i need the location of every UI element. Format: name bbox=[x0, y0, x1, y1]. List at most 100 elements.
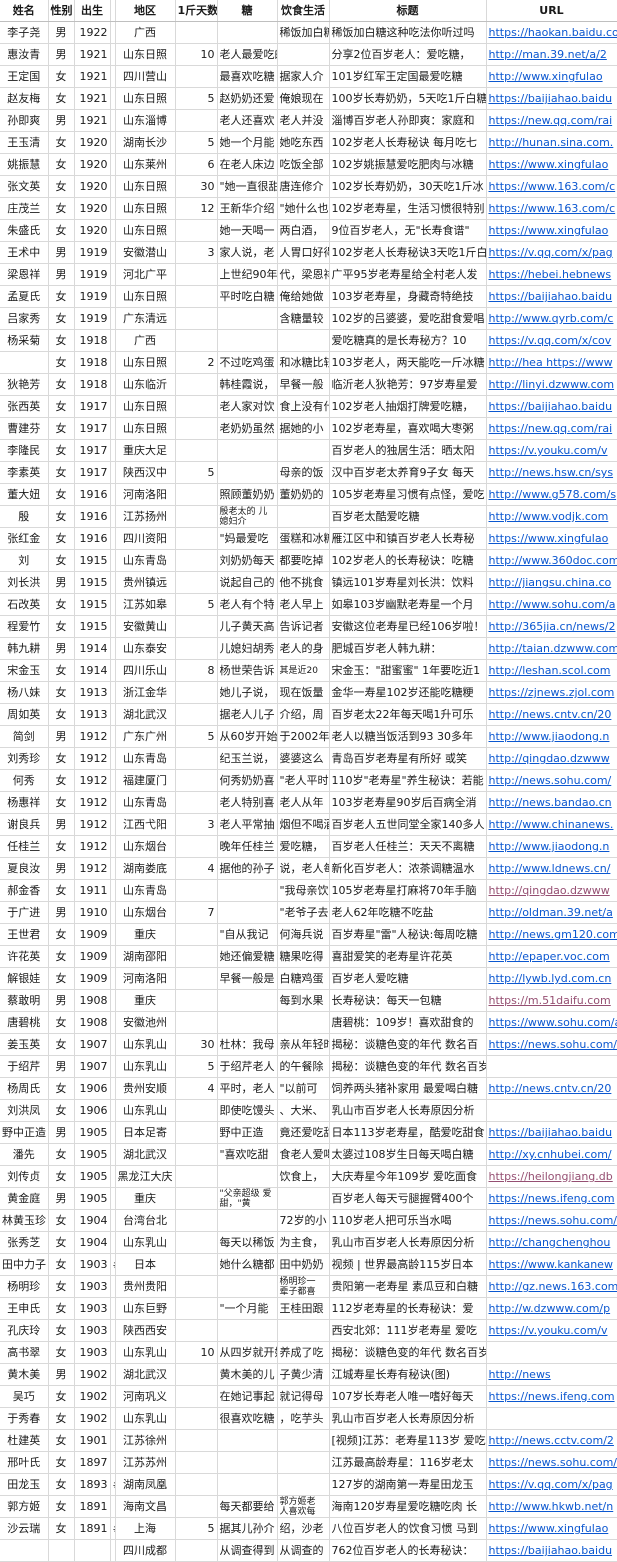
cell-url[interactable]: http://www.jiaodong.n bbox=[486, 725, 617, 748]
cell-gender[interactable]: 女 bbox=[48, 483, 75, 506]
cell-days-per-jin[interactable]: 7 bbox=[175, 901, 218, 924]
cell-url[interactable]: http://365jia.cn/news/2 bbox=[486, 615, 617, 638]
cell-title[interactable]: 102岁姚振慧爱吃肥肉与冰糖 bbox=[329, 153, 487, 176]
cell-diet[interactable]: 两白酒， bbox=[277, 219, 330, 242]
cell-url[interactable]: http://www.qyrb.com/c bbox=[486, 307, 617, 330]
cell-birth-year[interactable]: 1912 bbox=[74, 813, 111, 836]
cell-url[interactable]: https://baijiahao.baidu bbox=[486, 285, 617, 308]
cell-sugar[interactable]: 杜林：我母 bbox=[217, 1033, 278, 1056]
cell-url[interactable]: http://news.bandao.cn bbox=[486, 791, 617, 814]
cell-region[interactable]: 山东青岛 bbox=[115, 549, 176, 572]
cell-gender[interactable]: 女 bbox=[48, 1297, 75, 1320]
cell-diet[interactable]: 亲从年轻时 bbox=[277, 1033, 330, 1056]
cell-birth-year[interactable]: 1911 bbox=[74, 879, 111, 902]
cell-sugar[interactable]: 她什么糖都 bbox=[217, 1253, 278, 1276]
cell-url[interactable]: http://man.39.net/a/2 bbox=[486, 43, 617, 66]
cell-name[interactable]: 刘长洪 bbox=[0, 571, 49, 594]
cell-days-per-jin[interactable] bbox=[175, 747, 218, 770]
cell-name[interactable]: 张秀芝 bbox=[0, 1231, 49, 1254]
cell-birth-year[interactable]: 1912 bbox=[74, 835, 111, 858]
cell-days-per-jin[interactable]: 5 bbox=[175, 461, 218, 484]
cell-sugar[interactable]: 儿子黄天高 bbox=[217, 615, 278, 638]
cell-title[interactable]: 揭秘：谈糖色变的年代 数名百岁老人却无糖不欢 bbox=[329, 1341, 487, 1364]
cell-diet[interactable]: "她什么也 bbox=[277, 197, 330, 220]
cell-sugar[interactable] bbox=[217, 989, 278, 1012]
cell-region[interactable]: 重庆 bbox=[115, 923, 176, 946]
cell-url[interactable]: http://news.sohu.com/ bbox=[486, 769, 617, 792]
cell-days-per-jin[interactable] bbox=[175, 1187, 218, 1210]
cell-days-per-jin[interactable] bbox=[175, 769, 218, 792]
column-header-birth-year[interactable]: 出生 bbox=[74, 0, 111, 22]
column-header-url[interactable]: URL bbox=[486, 0, 617, 22]
cell-diet[interactable]: 都要吃掉 bbox=[277, 549, 330, 572]
cell-days-per-jin[interactable] bbox=[175, 1231, 218, 1254]
cell-region[interactable]: 湖南长沙 bbox=[115, 131, 176, 154]
cell-birth-year[interactable]: 1920 bbox=[74, 131, 111, 154]
cell-region[interactable]: 安徽池州 bbox=[115, 1011, 176, 1034]
cell-url[interactable]: https://v.youku.com/v bbox=[486, 439, 617, 462]
cell-birth-year[interactable]: 1916 bbox=[74, 527, 111, 550]
cell-sugar[interactable]: 何秀奶奶喜 bbox=[217, 769, 278, 792]
cell-name[interactable]: 田中力子 bbox=[0, 1253, 49, 1276]
cell-sugar[interactable]: 杨世荣告诉 bbox=[217, 659, 278, 682]
cell-sugar[interactable]: 王新华介绍 bbox=[217, 197, 278, 220]
cell-birth-year[interactable]: 1902 bbox=[74, 1385, 111, 1408]
cell-title[interactable]: 110岁老人把可乐当水喝 bbox=[329, 1209, 487, 1232]
cell-sugar[interactable]: 她还偏爱糖 bbox=[217, 945, 278, 968]
cell-days-per-jin[interactable] bbox=[175, 791, 218, 814]
cell-region[interactable]: 台湾台北 bbox=[115, 1209, 176, 1232]
cell-sugar[interactable]: 在老人床边 bbox=[217, 153, 278, 176]
cell-title[interactable]: 宋金玉："甜蜜蜜" 1年要吃近1 bbox=[329, 659, 487, 682]
cell-url[interactable]: http://qingdao.dzwww bbox=[486, 747, 617, 770]
cell-diet[interactable] bbox=[277, 1429, 330, 1452]
cell-name[interactable]: 李素英 bbox=[0, 461, 49, 484]
cell-diet[interactable] bbox=[277, 1473, 330, 1496]
cell-url[interactable]: https://www.xingfulao bbox=[486, 219, 617, 242]
cell-region[interactable]: 广东广州 bbox=[115, 725, 176, 748]
cell-diet[interactable]: 郭方姬老 人喜欢每 bbox=[277, 1495, 330, 1518]
cell-sugar[interactable] bbox=[217, 1473, 278, 1496]
cell-days-per-jin[interactable] bbox=[175, 615, 218, 638]
cell-region[interactable]: 山东乳山 bbox=[115, 1033, 176, 1056]
cell-birth-year[interactable]: 1919 bbox=[74, 307, 111, 330]
cell-url[interactable]: http://jiangsu.china.co bbox=[486, 571, 617, 594]
cell-gender[interactable]: 女 bbox=[48, 1209, 75, 1232]
cell-diet[interactable]: 就记得母 bbox=[277, 1385, 330, 1408]
cell-title[interactable]: 102岁老人长寿秘诀 每月吃七 bbox=[329, 131, 487, 154]
cell-diet[interactable]: 唐连修介 bbox=[277, 175, 330, 198]
cell-region[interactable]: 江苏徐州 bbox=[115, 1429, 176, 1452]
cell-title[interactable]: [视频]江苏：老寿星113岁 爱吃 bbox=[329, 1429, 487, 1452]
cell-sugar[interactable]: "她一直很甜 bbox=[217, 175, 278, 198]
cell-sugar[interactable] bbox=[217, 21, 278, 44]
cell-url[interactable] bbox=[486, 1341, 617, 1364]
cell-gender[interactable] bbox=[48, 1539, 75, 1562]
cell-days-per-jin[interactable]: 30 bbox=[175, 1033, 218, 1056]
cell-name[interactable]: 田龙玉 bbox=[0, 1473, 49, 1496]
cell-name[interactable]: 梁恩祥 bbox=[0, 263, 49, 286]
cell-birth-year[interactable]: 1917 bbox=[74, 439, 111, 462]
cell-gender[interactable]: 女 bbox=[48, 681, 75, 704]
column-header-diet[interactable]: 饮食生活 bbox=[277, 0, 330, 22]
cell-gender[interactable]: 女 bbox=[48, 373, 75, 396]
cell-gender[interactable]: 女 bbox=[48, 791, 75, 814]
cell-birth-year[interactable]: 1922 bbox=[74, 21, 111, 44]
cell-url[interactable]: http://oldman.39.net/a bbox=[486, 901, 617, 924]
cell-name[interactable]: 唐碧桃 bbox=[0, 1011, 49, 1034]
cell-flag[interactable]: # bbox=[110, 1517, 116, 1540]
cell-diet[interactable]: 爱吃糖， bbox=[277, 835, 330, 858]
cell-sugar[interactable]: 老人最爱吃的是糖， bbox=[217, 43, 278, 66]
cell-sugar[interactable]: "一个月能 bbox=[217, 1297, 278, 1320]
cell-sugar[interactable]: 即使吃馒头 bbox=[217, 1099, 278, 1122]
cell-birth-year[interactable]: 1917 bbox=[74, 461, 111, 484]
cell-days-per-jin[interactable] bbox=[175, 923, 218, 946]
cell-title[interactable]: 103岁老寿星，身藏奇特绝技 bbox=[329, 285, 487, 308]
cell-gender[interactable]: 女 bbox=[48, 527, 75, 550]
cell-diet[interactable]: 她吃东西 bbox=[277, 131, 330, 154]
cell-birth-year[interactable]: 1912 bbox=[74, 857, 111, 880]
cell-days-per-jin[interactable] bbox=[175, 417, 218, 440]
cell-diet[interactable]: 食老人爱喝 bbox=[277, 1143, 330, 1166]
cell-title[interactable]: 102岁老人长寿秘诀3天吃1斤白 bbox=[329, 241, 487, 264]
cell-gender[interactable]: 女 bbox=[48, 769, 75, 792]
cell-diet[interactable]: 现在饭量 bbox=[277, 681, 330, 704]
cell-title[interactable]: 103岁老人，两天能吃一斤冰糖 bbox=[329, 351, 487, 374]
